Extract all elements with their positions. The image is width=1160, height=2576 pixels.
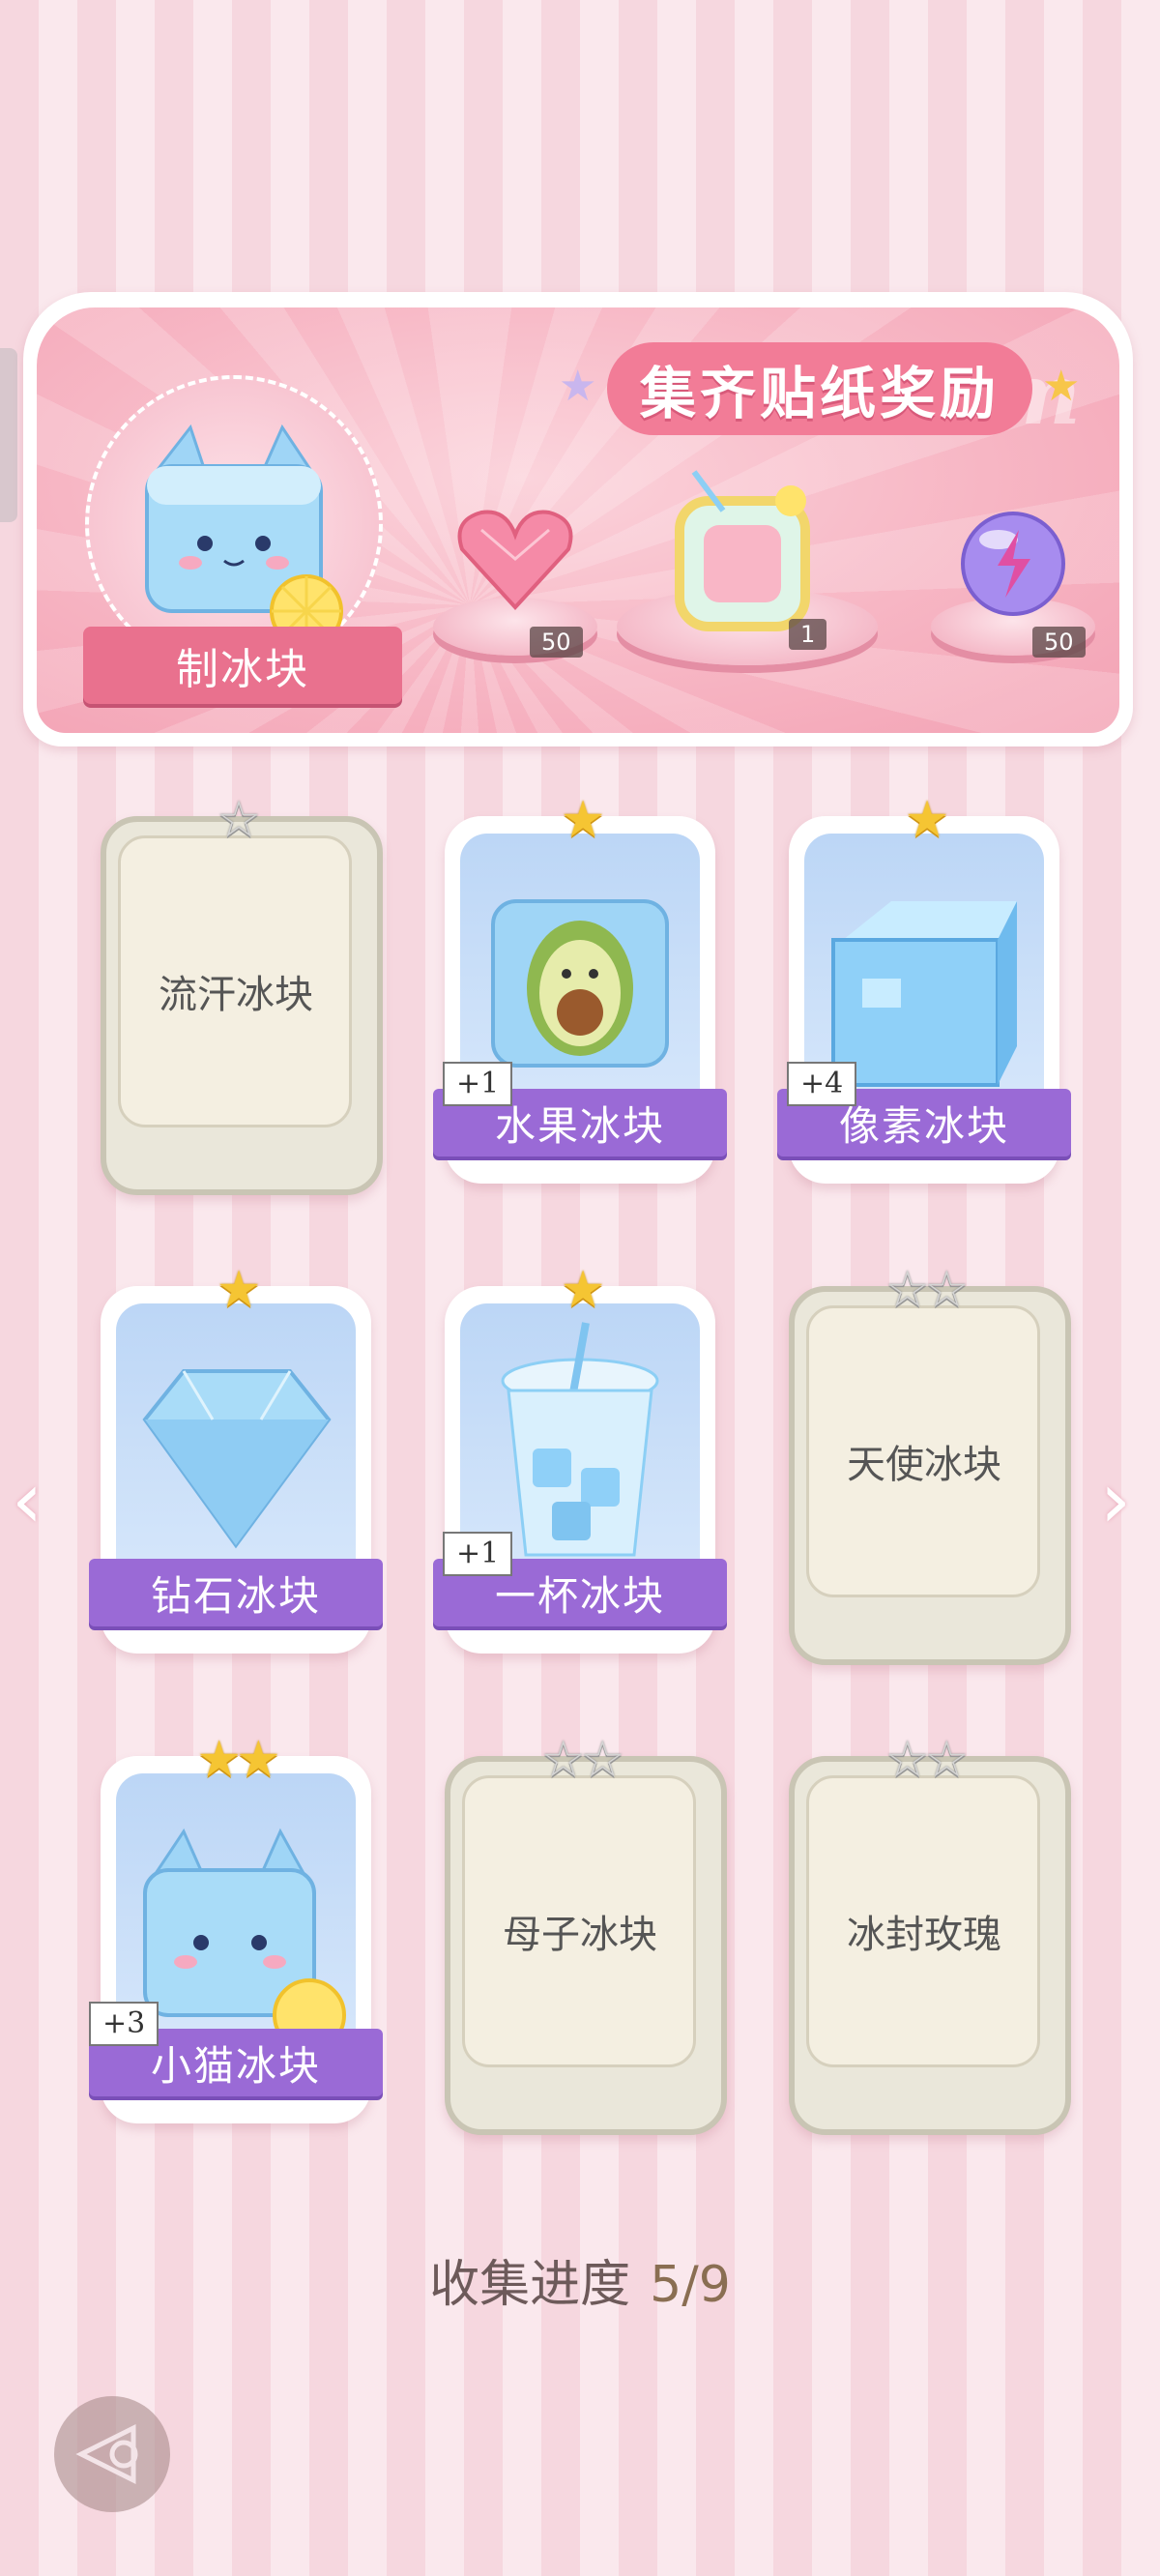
card-name: 冰封玫瑰 <box>847 1913 1001 1957</box>
card-name: 小猫冰块 <box>150 2041 321 2090</box>
card-name: 钻石冰块 <box>150 1571 321 1620</box>
sticker-card-locked[interactable]: 冰封玫瑰 ☆☆ <box>789 1733 1071 2135</box>
prev-page-icon[interactable]: ‹ <box>12 1455 43 1545</box>
sticker-card-locked[interactable]: 流汗冰块 ☆ <box>101 793 383 1195</box>
duplicate-count: +1 <box>443 1532 513 1576</box>
star-rating-icon: ☆☆ <box>884 1261 969 1319</box>
star-rating-icon: ☆ <box>216 791 262 849</box>
make-ice-button[interactable]: 制冰块 <box>83 627 402 704</box>
collection-progress: 收集进度 5/9 <box>0 2243 1160 2316</box>
drink-frame-icon <box>675 470 810 631</box>
star-rating-icon: ★ <box>216 1261 262 1319</box>
energy-orb-icon <box>961 512 1065 616</box>
back-arrow-icon <box>75 2423 138 2485</box>
star-rating-icon: ★ <box>560 791 606 849</box>
banner-title: 集齐贴纸奖励 <box>639 361 1000 426</box>
star-rating-icon: ☆☆ <box>884 1731 969 1789</box>
card-name: 像素冰块 <box>838 1101 1009 1150</box>
card-name: 天使冰块 <box>847 1443 1001 1487</box>
card-name: 一杯冰块 <box>494 1571 665 1620</box>
star-rating-icon: ★ <box>904 791 950 849</box>
reward-qty: 1 <box>789 619 827 650</box>
duplicate-count: +4 <box>787 1062 857 1106</box>
reward-banner: Redeem ★ 集齐贴纸奖励 ★ 制冰块 <box>23 292 1133 746</box>
sticker-card[interactable]: 小猫冰块 +3 ★★ <box>89 1733 383 2123</box>
next-page-icon[interactable]: › <box>1100 1455 1131 1545</box>
sticker-card[interactable]: 一杯冰块 +1 ★ <box>433 1263 727 1654</box>
banner-title-pill: 集齐贴纸奖励 <box>607 342 1032 435</box>
make-ice-label: 制冰块 <box>176 645 309 694</box>
star-rating-icon: ☆☆ <box>540 1731 624 1789</box>
sticker-card[interactable]: 像素冰块 +4 ★ <box>777 793 1071 1184</box>
star-rating-icon: ★ <box>560 1261 606 1319</box>
sticker-card-locked[interactable]: 母子冰块 ☆☆ <box>445 1733 727 2135</box>
progress-value: 5/9 <box>650 2256 731 2314</box>
cat-ice-cube-icon <box>145 424 343 648</box>
progress-label: 收集进度 <box>429 2256 631 2314</box>
reward-qty: 50 <box>1032 627 1086 658</box>
duplicate-count: +3 <box>89 2002 160 2046</box>
star-deco-icon: ★ <box>1042 362 1081 411</box>
star-deco-icon: ★ <box>559 362 597 411</box>
heart-gem-icon <box>457 510 573 610</box>
card-name: 水果冰块 <box>494 1101 665 1150</box>
back-button[interactable] <box>54 2396 170 2512</box>
reward-qty: 50 <box>530 627 583 658</box>
sticker-card[interactable]: 钻石冰块 ★ <box>89 1263 383 1654</box>
star-rating-icon: ★★ <box>196 1731 280 1789</box>
duplicate-count: +1 <box>443 1062 513 1106</box>
sticker-card[interactable]: 水果冰块 +1 ★ <box>433 793 727 1184</box>
sticker-card-locked[interactable]: 天使冰块 ☆☆ <box>789 1263 1071 1665</box>
side-tab[interactable] <box>0 348 17 522</box>
card-name: 母子冰块 <box>503 1913 657 1957</box>
card-name: 流汗冰块 <box>159 973 313 1017</box>
